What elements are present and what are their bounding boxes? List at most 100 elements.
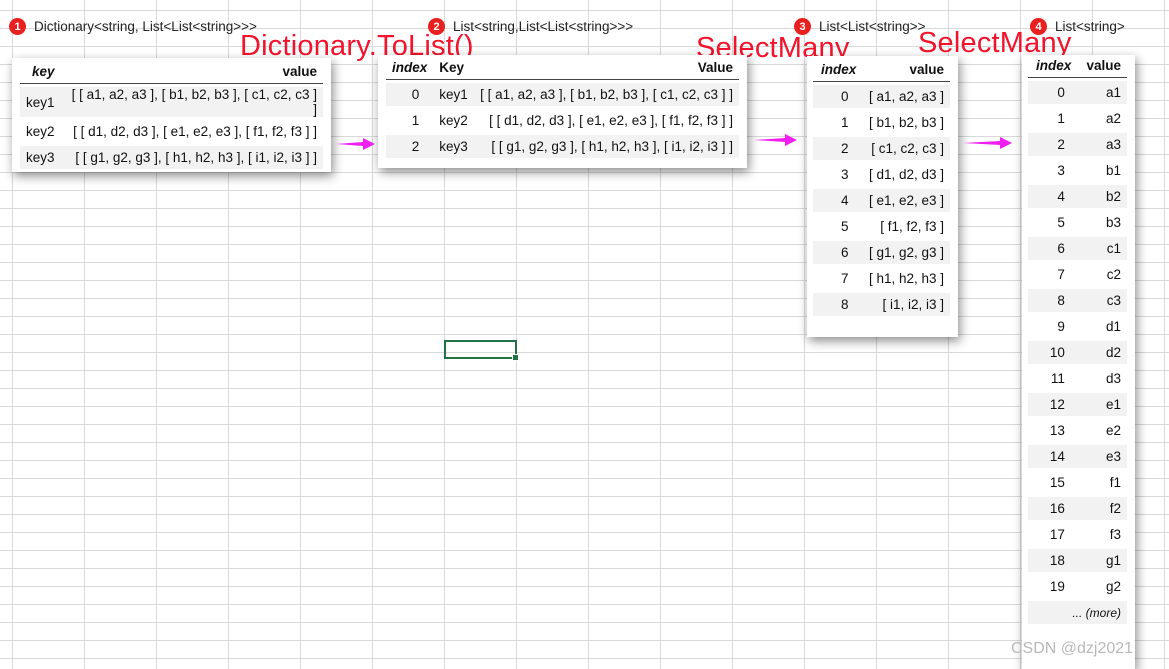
- value-cell: [ [ d1, d2, d3 ], [ e1, e2, e3 ], [ f1, …: [489, 113, 733, 128]
- value-cell: [ f1, f2, f3 ]: [880, 219, 944, 234]
- value-cell: [ c1, c2, c3 ]: [862, 137, 950, 160]
- table-row: 8 c3: [1028, 289, 1127, 312]
- step-1-type-label: Dictionary<string, List<List<string>>>: [34, 19, 257, 34]
- value-cell: [ [ g1, g2, g3 ], [ h1, h2, h3 ], [ i1, …: [473, 135, 739, 158]
- table-row: 2 key3 [ [ g1, g2, g3 ], [ h1, h2, h3 ],…: [386, 135, 739, 158]
- index-cell: 12: [1028, 393, 1079, 416]
- table-row: 15 f1: [1028, 471, 1127, 494]
- table-row: 0[ a1, a2, a3 ]: [813, 85, 950, 108]
- index-cell: 8: [1028, 289, 1079, 312]
- table-row: 7 c2: [1028, 263, 1127, 286]
- table-row: 7 [ h1, h2, h3 ]: [813, 267, 950, 290]
- table-row: 9 d1: [1028, 315, 1127, 338]
- index-cell: 2: [813, 137, 863, 160]
- flat-list-table: index value 0 a1 1 a2 2 a3 3 b1 4 b2 5 b3 6 c1 7 c2 8 c3 9…: [1028, 55, 1127, 627]
- index-cell: 8: [813, 293, 863, 316]
- header-value: value: [1078, 58, 1127, 78]
- table-row: 14 e3: [1028, 445, 1127, 468]
- value-cell: f3: [1109, 527, 1121, 542]
- header-index: index: [1028, 58, 1079, 78]
- header-index: index: [813, 62, 863, 82]
- dictionary-table-card: key value key1 [ [ a1, a2, a3 ], [ b1, b…: [12, 58, 331, 172]
- header-key: key: [20, 64, 61, 84]
- value-cell: [ [ a1, a2, a3 ], [ b1, b2, b3 ], [ c1, …: [473, 83, 739, 106]
- value-cell: d3: [1105, 371, 1121, 386]
- table-row: 16 f2: [1028, 497, 1127, 520]
- index-cell: 1: [1057, 111, 1065, 126]
- table-row: 10 d2: [1028, 341, 1127, 364]
- table-row: 3 [ d1, d2, d3 ]: [813, 163, 950, 186]
- key-cell: key3: [433, 135, 474, 158]
- table-row: 13 e2: [1028, 419, 1127, 442]
- index-cell: 11: [1050, 371, 1065, 386]
- value-cell: b3: [1105, 215, 1121, 230]
- index-cell: 2: [386, 135, 434, 158]
- index-cell: 0: [386, 83, 434, 106]
- index-cell: 10: [1028, 341, 1079, 364]
- table-row: 17 f3: [1028, 523, 1127, 546]
- index-cell: 17: [1049, 527, 1065, 542]
- dictionary-table: key value key1 [ [ a1, a2, a3 ], [ b1, b…: [20, 61, 323, 172]
- value-cell: c1: [1078, 237, 1127, 260]
- index-cell: 0: [1028, 81, 1079, 104]
- value-cell: f1: [1109, 475, 1121, 490]
- index-cell: 14: [1028, 445, 1079, 468]
- index-cell: 16: [1028, 497, 1079, 520]
- table-row: 2[ c1, c2, c3 ]: [813, 137, 950, 160]
- key-cell: key1: [433, 83, 474, 106]
- nested-list-table: index value 0[ a1, a2, a3 ] 1 [ b1, b2, b3…: [813, 59, 950, 319]
- table-row: 19 g2: [1028, 575, 1127, 598]
- list-table-card: index Key Value 0 key1 [ [ a1, a2, a3 ],…: [378, 55, 747, 168]
- header-key: Key: [433, 60, 474, 80]
- step-1-badge: 1: [9, 18, 26, 35]
- nested-list-table-card: index value 0[ a1, a2, a3 ] 1 [ b1, b2, b3…: [807, 56, 958, 337]
- index-cell: 13: [1049, 423, 1065, 438]
- value-cell: [ d1, d2, d3 ]: [868, 167, 944, 182]
- index-cell: 7: [840, 271, 849, 286]
- index-cell: 5: [840, 219, 849, 234]
- value-cell: e3: [1078, 445, 1127, 468]
- index-cell: 7: [1057, 267, 1065, 282]
- index-cell: 18: [1028, 549, 1079, 572]
- index-cell: 4: [813, 189, 863, 212]
- table-row: 12 e1: [1028, 393, 1127, 416]
- key-cell: key2: [439, 113, 468, 128]
- value-cell: [ a1, a2, a3 ]: [862, 85, 950, 108]
- table-row: key2 [ [ d1, d2, d3 ], [ e1, e2, e3 ], […: [20, 120, 323, 143]
- key-cell: key1: [20, 87, 61, 117]
- table-row: 6[ g1, g2, g3 ]: [813, 241, 950, 264]
- table-row: 4 b2: [1028, 185, 1127, 208]
- value-cell: d1: [1105, 319, 1121, 334]
- more-row: ... (more): [1028, 601, 1127, 624]
- value-cell: b2: [1078, 185, 1127, 208]
- value-cell: [ b1, b2, b3 ]: [868, 115, 944, 130]
- key-cell: key2: [26, 124, 55, 139]
- value-cell: d2: [1078, 341, 1127, 364]
- value-cell: a2: [1105, 111, 1121, 126]
- index-cell: 9: [1057, 319, 1065, 334]
- step-2-type-label: List<string,List<List<string>>>: [453, 19, 634, 34]
- table-row: 18 g1: [1028, 549, 1127, 572]
- selected-cell[interactable]: [444, 340, 519, 361]
- step-1-heading: 1 Dictionary<string, List<List<string>>>: [9, 18, 257, 35]
- value-cell: a1: [1078, 81, 1127, 104]
- header-value: value: [60, 64, 323, 84]
- flat-list-table-card: index value 0 a1 1 a2 2 a3 3 b1 4 b2 5 b3 6 c1 7 c2 8 c3 9…: [1022, 55, 1135, 669]
- header-value: Value: [473, 60, 739, 80]
- value-cell: a3: [1078, 133, 1127, 156]
- index-cell: 6: [813, 241, 863, 264]
- table-row: 1 a2: [1028, 107, 1127, 130]
- index-cell: 1: [840, 115, 849, 130]
- value-cell: [ [ d1, d2, d3 ], [ e1, e2, e3 ], [ f1, …: [73, 124, 317, 139]
- table-row: 2 a3: [1028, 133, 1127, 156]
- table-row: 0 key1 [ [ a1, a2, a3 ], [ b1, b2, b3 ],…: [386, 83, 739, 106]
- table-row: 1 [ b1, b2, b3 ]: [813, 111, 950, 134]
- value-cell: [ h1, h2, h3 ]: [868, 271, 944, 286]
- index-cell: 19: [1049, 579, 1065, 594]
- more-indicator: ... (more): [1028, 601, 1127, 624]
- value-cell: [ e1, e2, e3 ]: [862, 189, 950, 212]
- value-cell: [ g1, g2, g3 ]: [862, 241, 950, 264]
- table-row: 8[ i1, i2, i3 ]: [813, 293, 950, 316]
- value-cell: g1: [1078, 549, 1127, 572]
- header-value: value: [862, 62, 950, 82]
